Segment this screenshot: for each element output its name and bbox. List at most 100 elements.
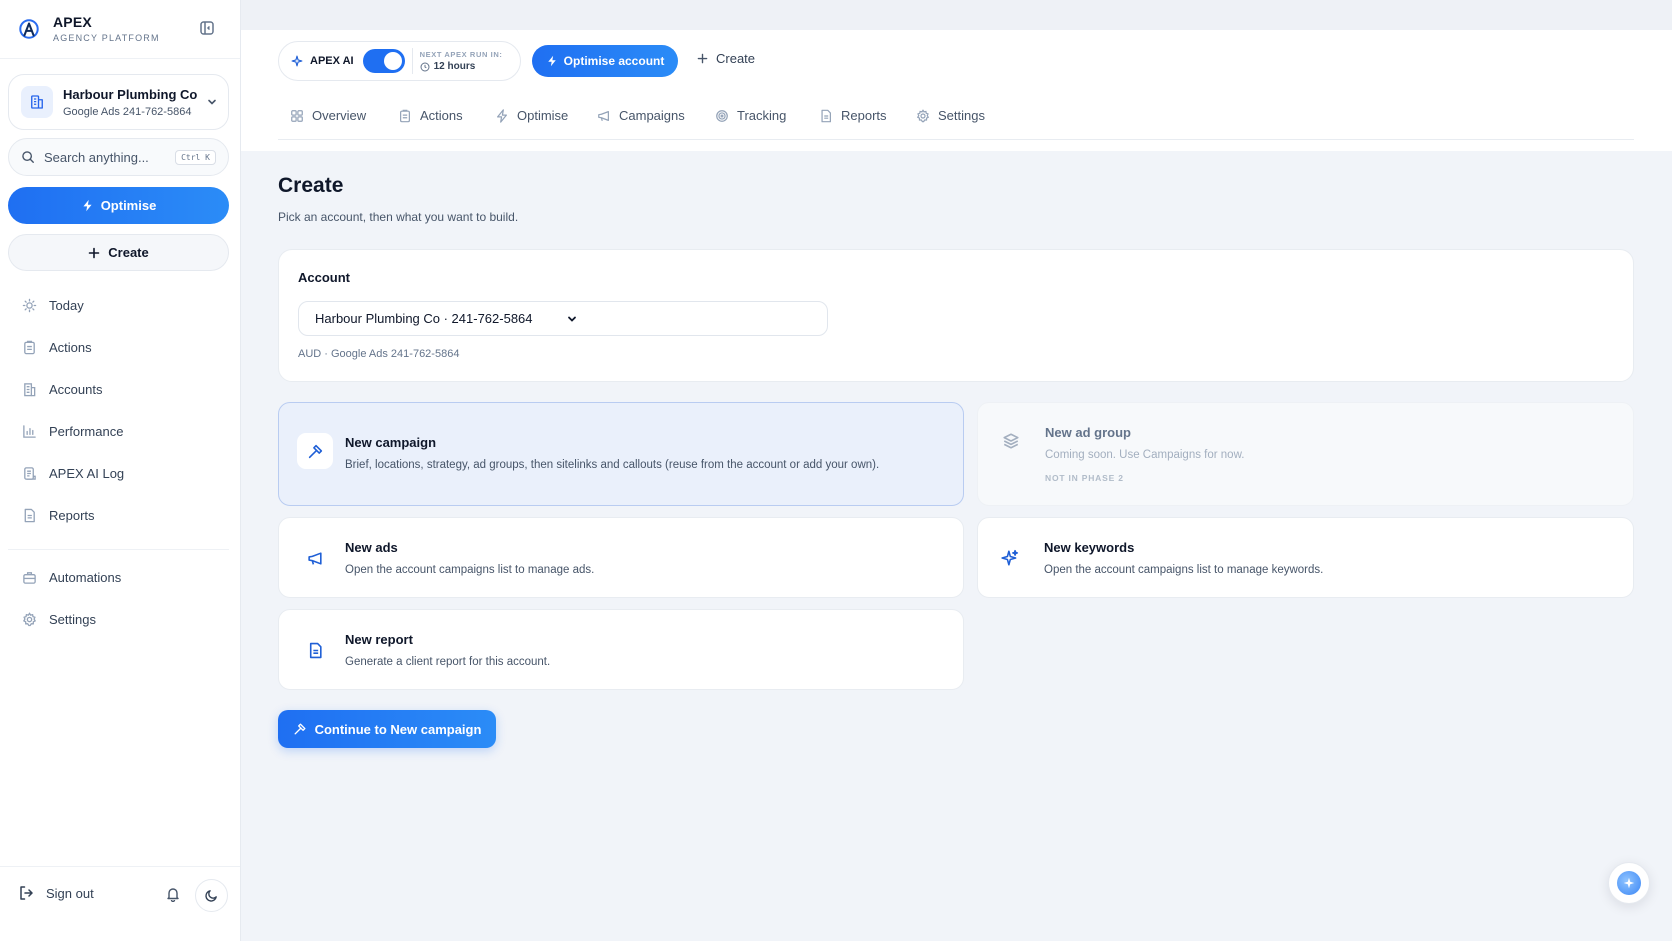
sign-out-button[interactable]: Sign out bbox=[18, 885, 94, 901]
optimise-account-button[interactable]: Optimise account bbox=[532, 45, 678, 77]
search-placeholder: Search anything... bbox=[44, 149, 149, 165]
sidebar: APEX AGENCY PLATFORM Harbour Plumbing Co… bbox=[0, 0, 241, 941]
search-input[interactable]: Search anything... Ctrl K bbox=[8, 138, 229, 176]
option-new-report[interactable]: New report Generate a client report for … bbox=[278, 609, 964, 690]
sidebar-item-automations[interactable]: Automations bbox=[12, 560, 229, 594]
sign-out-icon bbox=[18, 885, 34, 901]
bolt-icon bbox=[81, 199, 94, 212]
divider bbox=[411, 48, 413, 74]
sidebar-item-label: Settings bbox=[49, 611, 96, 627]
optimise-button[interactable]: Optimise bbox=[8, 187, 229, 224]
sidebar-item-reports[interactable]: Reports bbox=[12, 498, 229, 532]
building-icon bbox=[21, 86, 53, 118]
tab-label: Reports bbox=[841, 108, 887, 123]
create-button-label: Create bbox=[108, 245, 149, 260]
notifications-button[interactable] bbox=[165, 886, 181, 902]
megaphone-icon bbox=[297, 540, 333, 576]
apex-ai-toggle[interactable] bbox=[362, 49, 405, 73]
sidebar-item-label: Accounts bbox=[49, 381, 103, 397]
sidebar-item-performance[interactable]: Performance bbox=[12, 414, 229, 448]
tab-label: Tracking bbox=[737, 108, 787, 123]
clipboard-icon bbox=[22, 340, 37, 355]
clipboard-icon bbox=[398, 109, 412, 123]
sidebar-item-label: APEX AI Log bbox=[49, 465, 125, 481]
ai-assistant-button[interactable] bbox=[1608, 862, 1650, 904]
sign-out-label: Sign out bbox=[46, 885, 94, 901]
account-meta: AUD · Google Ads 241-762-5864 bbox=[298, 348, 460, 360]
header-create-label: Create bbox=[716, 51, 756, 66]
tab-reports[interactable]: Reports bbox=[819, 108, 887, 123]
sidebar-item-apex-ai-log[interactable]: APEX AI Log bbox=[12, 456, 229, 490]
page-subtitle: Pick an account, then what you want to b… bbox=[278, 210, 519, 224]
brand[interactable]: APEX AGENCY PLATFORM bbox=[18, 14, 160, 43]
next-run-info: NEXT APEX RUN IN: 12 hours bbox=[420, 50, 503, 72]
option-title: New report bbox=[345, 632, 413, 647]
chevron-down-icon bbox=[206, 96, 218, 108]
sidebar-item-settings[interactable]: Settings bbox=[12, 602, 229, 636]
tab-settings[interactable]: Settings bbox=[916, 108, 985, 123]
tab-label: Actions bbox=[420, 108, 463, 123]
document-icon bbox=[819, 109, 833, 123]
gear-icon bbox=[22, 611, 37, 627]
building-icon bbox=[22, 382, 37, 397]
header-create-button[interactable]: Create bbox=[697, 51, 755, 66]
theme-toggle-button[interactable] bbox=[195, 879, 228, 912]
sparkle-icon bbox=[992, 540, 1028, 576]
search-shortcut: Ctrl K bbox=[175, 149, 216, 165]
clock-icon bbox=[420, 61, 430, 72]
option-new-ads[interactable]: New ads Open the account campaigns list … bbox=[278, 517, 964, 598]
optimise-button-label: Optimise bbox=[100, 198, 157, 213]
tab-tracking[interactable]: Tracking bbox=[715, 108, 786, 123]
tab-actions[interactable]: Actions bbox=[398, 108, 463, 123]
moon-icon bbox=[204, 888, 219, 903]
grid-icon bbox=[290, 109, 304, 123]
target-icon bbox=[715, 109, 729, 123]
sidebar-item-label: Performance bbox=[49, 423, 124, 439]
account-field-label: Account bbox=[298, 270, 350, 285]
sidebar-item-accounts[interactable]: Accounts bbox=[12, 372, 229, 406]
divider bbox=[278, 139, 1634, 140]
create-button[interactable]: Create bbox=[8, 234, 229, 271]
sparkle-icon bbox=[1617, 871, 1641, 895]
tab-label: Settings bbox=[938, 108, 985, 123]
document-icon bbox=[297, 632, 333, 668]
bolt-icon bbox=[546, 55, 558, 67]
brand-subtitle: AGENCY PLATFORM bbox=[53, 33, 160, 43]
option-description: Open the account campaigns list to manag… bbox=[1044, 564, 1324, 576]
tab-optimise[interactable]: Optimise bbox=[495, 108, 568, 123]
tab-label: Optimise bbox=[517, 108, 569, 123]
continue-button-label: Continue to New campaign bbox=[314, 721, 482, 737]
collapse-sidebar-button[interactable] bbox=[199, 20, 219, 40]
account-select[interactable]: Harbour Plumbing Co · 241-762-5864 bbox=[298, 301, 828, 336]
plus-icon bbox=[88, 247, 100, 259]
apex-logo-icon bbox=[18, 18, 40, 40]
sidebar-item-label: Reports bbox=[49, 507, 95, 523]
bar-chart-icon bbox=[22, 424, 37, 439]
tab-overview[interactable]: Overview bbox=[290, 108, 366, 123]
option-title: New ads bbox=[345, 540, 398, 555]
megaphone-icon bbox=[597, 109, 611, 123]
sidebar-item-label: Today bbox=[49, 297, 84, 313]
tab-label: Overview bbox=[312, 108, 367, 123]
option-new-keywords[interactable]: New keywords Open the account campaigns … bbox=[977, 517, 1634, 598]
option-new-campaign[interactable]: New campaign Brief, locations, strategy,… bbox=[278, 402, 964, 506]
tab-label: Campaigns bbox=[619, 108, 685, 123]
sidebar-item-actions[interactable]: Actions bbox=[12, 330, 229, 364]
hammer-icon bbox=[293, 722, 307, 736]
account-switcher[interactable]: Harbour Plumbing Co Google Ads 241-762-5… bbox=[8, 74, 229, 130]
account-select-value: Harbour Plumbing Co · 241-762-5864 bbox=[315, 311, 533, 326]
tab-campaigns[interactable]: Campaigns bbox=[597, 108, 685, 123]
sidebar-item-today[interactable]: Today bbox=[12, 288, 229, 322]
optimise-account-label: Optimise account bbox=[563, 54, 665, 68]
option-title: New campaign bbox=[345, 435, 437, 450]
continue-button[interactable]: Continue to New campaign bbox=[278, 710, 496, 748]
account-name: Harbour Plumbing Co bbox=[63, 86, 198, 102]
sidebar-collapse-icon bbox=[199, 20, 219, 36]
divider bbox=[8, 549, 229, 550]
option-description: Brief, locations, strategy, ad groups, t… bbox=[345, 459, 880, 471]
bell-icon bbox=[165, 886, 181, 902]
next-run-label: NEXT APEX RUN IN: bbox=[419, 50, 503, 59]
option-description: Generate a client report for this accoun… bbox=[345, 656, 551, 668]
account-detail: Google Ads 241-762-5864 bbox=[63, 105, 192, 118]
briefcase-icon bbox=[22, 570, 37, 585]
